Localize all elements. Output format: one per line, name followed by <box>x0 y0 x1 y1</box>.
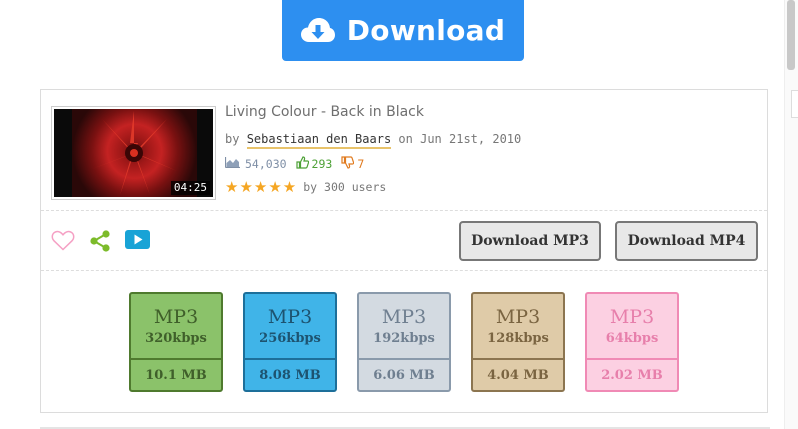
scrollbar-thumb[interactable] <box>787 0 795 70</box>
divider <box>41 210 767 211</box>
rating-stars: ★★★★★ <box>225 178 298 196</box>
download-mp3-button[interactable]: Download MP3 <box>459 221 601 261</box>
upload-date: on Jun 21st, 2010 <box>398 132 522 146</box>
video-meta: by Sebastiaan den Baars on Jun 21st, 201… <box>225 132 522 149</box>
format-bitrate: 64kbps <box>605 331 659 346</box>
dislikes-count: 7 <box>357 157 365 171</box>
format-bitrate: 320kbps <box>145 331 207 346</box>
divider <box>41 270 767 271</box>
author-link[interactable]: Sebastiaan den Baars <box>246 132 392 149</box>
rating-text: by 300 users <box>303 180 387 194</box>
format-mp3-192[interactable]: MP3 192kbps 6.06 MB <box>357 292 451 392</box>
format-type: MP3 <box>495 306 541 328</box>
format-bitrate: 192kbps <box>373 331 435 346</box>
side-panel-edge <box>791 90 798 118</box>
share-icon[interactable] <box>89 230 111 257</box>
format-type: MP3 <box>153 306 199 328</box>
video-result-card: 04:25 Living Colour - Back in Black by S… <box>40 89 768 413</box>
format-bitrate: 256kbps <box>259 331 321 346</box>
format-size: 6.06 MB <box>359 358 449 390</box>
views-count: 54,030 <box>245 157 287 171</box>
play-icon[interactable] <box>125 230 150 254</box>
format-mp3-64[interactable]: MP3 64kbps 2.02 MB <box>585 292 679 392</box>
format-type: MP3 <box>609 306 655 328</box>
download-button-label: Download <box>346 14 506 47</box>
likes-count: 293 <box>311 157 333 171</box>
format-mp3-256[interactable]: MP3 256kbps 8.08 MB <box>243 292 337 392</box>
thumbs-up-icon <box>295 156 309 172</box>
heart-icon[interactable] <box>51 230 75 256</box>
format-bitrate: 128kbps <box>487 331 549 346</box>
format-type: MP3 <box>381 306 427 328</box>
video-rating: ★★★★★ by 300 users <box>225 179 386 195</box>
format-size: 8.08 MB <box>245 358 335 390</box>
format-mp3-128[interactable]: MP3 128kbps 4.04 MB <box>471 292 565 392</box>
format-size: 2.02 MB <box>587 358 677 390</box>
format-size: 10.1 MB <box>131 358 221 390</box>
video-thumbnail[interactable]: 04:25 <box>51 106 216 200</box>
format-type: MP3 <box>267 306 313 328</box>
format-mp3-320[interactable]: MP3 320kbps 10.1 MB <box>129 292 223 392</box>
by-prefix: by <box>225 132 240 146</box>
download-button[interactable]: Download <box>282 0 524 61</box>
download-mp4-button[interactable]: Download MP4 <box>615 221 758 261</box>
video-title[interactable]: Living Colour - Back in Black <box>225 104 424 120</box>
thumbs-down-icon <box>341 156 355 172</box>
video-duration: 04:25 <box>170 181 210 195</box>
cloud-download-icon <box>300 17 335 44</box>
views-icon <box>224 157 240 171</box>
video-stats: 54,030 293 7 <box>224 156 365 172</box>
format-size: 4.04 MB <box>473 358 563 390</box>
